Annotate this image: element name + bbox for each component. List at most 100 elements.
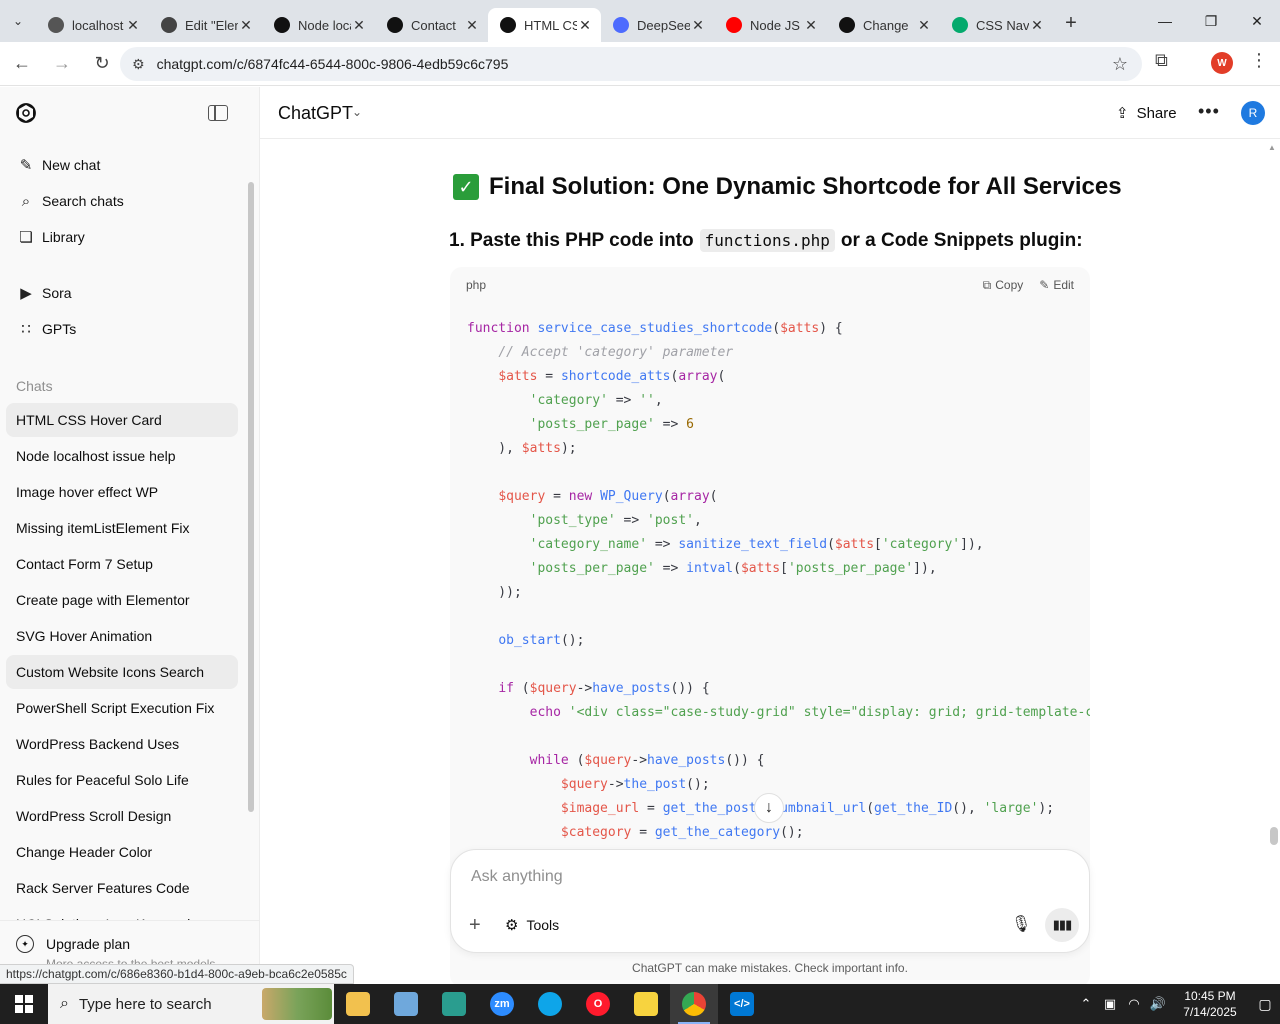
close-window-icon[interactable]: ✕ xyxy=(1234,0,1280,42)
sidebar-toggle-icon[interactable] xyxy=(208,105,228,121)
copy-code-button[interactable]: ⧉ Copy xyxy=(983,278,1024,293)
address-bar[interactable]: ⚙ chatgpt.com/c/6874fc44-6544-800c-9806-… xyxy=(120,47,1142,81)
model-selector[interactable]: ChatGPT xyxy=(278,103,353,124)
browser-tab[interactable]: localhost ✕ xyxy=(36,8,149,42)
bookmark-star-icon[interactable]: ☆ xyxy=(1112,54,1128,75)
chat-list-item[interactable]: WordPress Scroll Design xyxy=(6,799,238,833)
sidebar-gpts[interactable]: ∷ GPTs xyxy=(6,312,238,346)
chat-list-item[interactable]: WordPress Backend Uses xyxy=(6,727,238,761)
chat-list-item[interactable]: Rack Server Features Code xyxy=(6,871,238,905)
taskbar-app-3[interactable] xyxy=(430,984,478,1024)
chat-list-item[interactable]: Custom Website Icons Search xyxy=(6,655,238,689)
tab-close-icon[interactable]: ✕ xyxy=(125,17,141,34)
network-icon[interactable]: ▣ xyxy=(1098,996,1122,1012)
share-button[interactable]: ⇪ Share xyxy=(1116,99,1177,127)
tab-close-icon[interactable]: ✕ xyxy=(916,17,932,34)
x-box-icon xyxy=(48,17,64,33)
taskbar-zoom[interactable]: zm xyxy=(478,984,526,1024)
tab-search-button[interactable]: ⌄ xyxy=(0,0,36,42)
tab-close-icon[interactable]: ✕ xyxy=(803,17,819,34)
browser-tab[interactable]: Node JS ✕ xyxy=(714,8,827,42)
user-avatar[interactable]: R xyxy=(1241,101,1265,125)
message-heading-text: Final Solution: One Dynamic Shortcode fo… xyxy=(489,173,1122,200)
voice-mode-icon[interactable]: ▮▮▮ xyxy=(1045,908,1079,942)
scroll-up-arrow-icon[interactable]: ▲ xyxy=(1268,143,1276,152)
browser-tab[interactable]: Edit "Elementor"✕ xyxy=(149,8,262,42)
browser-tab[interactable]: HTML CSS✕ xyxy=(488,8,601,42)
url-text[interactable]: chatgpt.com/c/6874fc44-6544-800c-9806-4e… xyxy=(157,56,509,72)
browser-tab[interactable]: Contact ✕ xyxy=(375,8,488,42)
sidebar-item-label: GPTs xyxy=(42,321,77,337)
sidebar-library[interactable]: ❏ Library xyxy=(6,220,238,254)
tab-close-icon[interactable]: ✕ xyxy=(1029,17,1045,34)
plus-icon[interactable]: + xyxy=(469,914,481,937)
globe-icon xyxy=(161,17,177,33)
chatgpt-logo-icon[interactable] xyxy=(14,101,38,125)
chat-list-item[interactable]: Create page with Elementor xyxy=(6,583,238,617)
taskbar-vscode[interactable]: </> xyxy=(718,984,766,1024)
tab-close-icon[interactable]: ✕ xyxy=(351,17,367,34)
taskbar-opera[interactable]: O xyxy=(574,984,622,1024)
sidebar-sora[interactable]: ▶ Sora xyxy=(6,276,238,310)
tab-close-icon[interactable]: ✕ xyxy=(577,17,593,34)
gpts-icon: ∷ xyxy=(21,321,31,338)
upgrade-label: Upgrade plan xyxy=(46,936,131,952)
clock[interactable]: 10:45 PM 7/14/2025 xyxy=(1170,988,1250,1020)
tools-button[interactable]: ⚙ Tools xyxy=(505,916,559,934)
copy-label: Copy xyxy=(995,278,1024,292)
edge-icon xyxy=(538,992,562,1016)
tab-close-icon[interactable]: ✕ xyxy=(690,17,706,34)
sidebar-search-chats[interactable]: ⌕ Search chats xyxy=(6,184,238,218)
chat-list-item[interactable]: Image hover effect WP xyxy=(6,475,238,509)
back-icon[interactable]: ← xyxy=(4,46,40,82)
more-options-icon[interactable]: ••• xyxy=(1198,101,1220,122)
chat-list-item[interactable]: PowerShell Script Execution Fix xyxy=(6,691,238,725)
start-button[interactable] xyxy=(0,984,48,1024)
browser-tab[interactable]: DeepSeek✕ xyxy=(601,8,714,42)
chevron-up-icon[interactable]: ⌃ xyxy=(1074,996,1098,1012)
sidebar-new-chat[interactable]: ✎ New chat xyxy=(6,148,238,182)
browser-tab[interactable]: Node localhost✕ xyxy=(262,8,375,42)
site-info-icon[interactable]: ⚙ xyxy=(132,56,145,73)
edit-code-button[interactable]: ✎ Edit xyxy=(1039,278,1074,293)
restore-icon[interactable]: ❐ xyxy=(1188,0,1234,42)
code-language-label: php xyxy=(466,278,487,292)
sidebar-scrollbar[interactable] xyxy=(248,182,254,812)
upgrade-plan-button[interactable]: ✦ Upgrade plan xyxy=(16,935,130,953)
chat-list-item[interactable]: Node localhost issue help xyxy=(6,439,238,473)
browser-tab[interactable]: Change ✕ xyxy=(827,8,940,42)
tab-close-icon[interactable]: ✕ xyxy=(464,17,480,34)
wifi-icon[interactable]: ◠ xyxy=(1122,996,1146,1012)
volume-icon[interactable]: 🔊 xyxy=(1146,996,1170,1012)
chat-list-item[interactable]: Contact Form 7 Setup xyxy=(6,547,238,581)
forward-icon[interactable]: → xyxy=(44,46,80,82)
code-content[interactable]: function service_case_studies_shortcode(… xyxy=(467,317,1090,845)
scroll-down-button[interactable]: ↓ xyxy=(754,793,784,823)
taskbar-edge[interactable] xyxy=(526,984,574,1024)
chat-list-item[interactable]: Missing itemListElement Fix xyxy=(6,511,238,545)
browser-tab[interactable]: CSS Nav ✕ xyxy=(940,8,1053,42)
chat-list-item[interactable]: Change Header Color xyxy=(6,835,238,869)
browser-profile-avatar[interactable]: W xyxy=(1211,52,1233,74)
new-tab-button[interactable]: + xyxy=(1053,12,1089,35)
main-scrollbar-thumb[interactable] xyxy=(1270,827,1278,845)
app-icon xyxy=(394,992,418,1016)
notifications-icon[interactable]: ▢ xyxy=(1250,996,1280,1013)
chevron-down-icon[interactable]: ⌄ xyxy=(352,105,362,119)
minimize-icon[interactable]: — xyxy=(1142,0,1188,42)
taskbar-search[interactable]: ⌕ Type here to search xyxy=(48,984,334,1024)
taskbar-sticky-notes[interactable] xyxy=(622,984,670,1024)
edit-label: Edit xyxy=(1053,278,1074,292)
chat-list-item[interactable]: HTML CSS Hover Card xyxy=(6,403,238,437)
microphone-icon[interactable]: 🎙 xyxy=(1011,914,1031,934)
reload-icon[interactable]: ↻ xyxy=(84,46,120,82)
prompt-input[interactable] xyxy=(471,868,1051,886)
browser-menu-icon[interactable]: ⋮ xyxy=(1250,50,1268,71)
taskbar-app-2[interactable] xyxy=(382,984,430,1024)
extensions-icon[interactable]: ⧉ xyxy=(1155,50,1168,71)
chat-list-item[interactable]: SVG Hover Animation xyxy=(6,619,238,653)
taskbar-chrome[interactable] xyxy=(670,984,718,1024)
chat-list-item[interactable]: Rules for Peaceful Solo Life xyxy=(6,763,238,797)
taskbar-file-explorer[interactable] xyxy=(334,984,382,1024)
tab-close-icon[interactable]: ✕ xyxy=(238,17,254,34)
